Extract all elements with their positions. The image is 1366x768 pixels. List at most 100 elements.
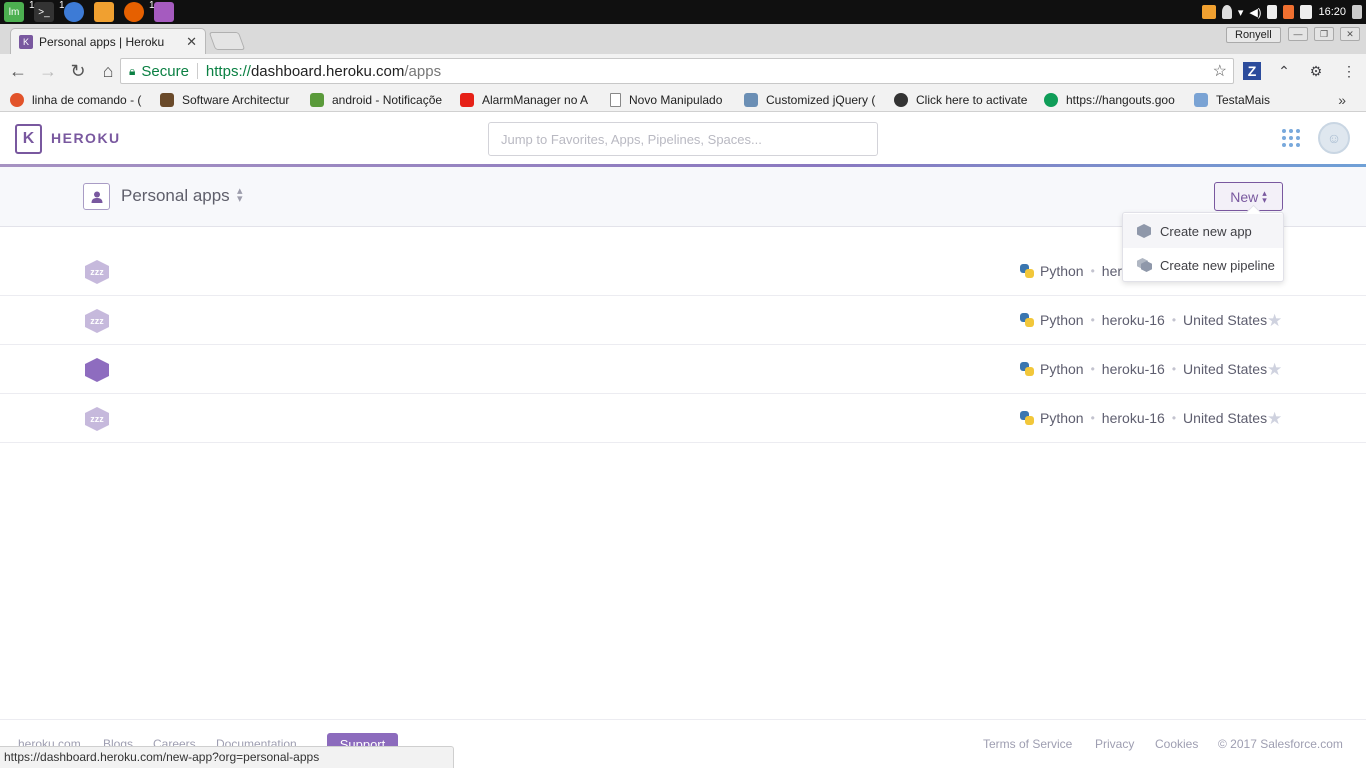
- new-tab-button[interactable]: [208, 32, 246, 50]
- bookmark-item[interactable]: android - Notificaçõe: [310, 91, 447, 109]
- os-taskbar: lm 1 >_ 1 1 ▾ ◀) 16:20: [0, 0, 1366, 24]
- search-input[interactable]: [488, 122, 878, 156]
- tab-strip: K Personal apps | Heroku ✕ Ronyell — ❐ ✕: [0, 24, 1366, 54]
- favorite-star-icon[interactable]: ★: [1267, 409, 1282, 429]
- notification-icon[interactable]: [1201, 5, 1216, 19]
- close-tab-icon[interactable]: ✕: [186, 34, 197, 50]
- app-stack: heroku-16: [1101, 312, 1165, 328]
- reload-icon[interactable]: ↻: [64, 57, 92, 85]
- files-icon[interactable]: [94, 2, 114, 22]
- app-row[interactable]: zzz Python • heroku-16 • United States ★: [0, 296, 1366, 345]
- context-switcher-label[interactable]: Personal apps: [121, 186, 230, 206]
- omnibox-separator: [196, 63, 198, 79]
- apps-grid-icon[interactable]: [1282, 129, 1300, 147]
- footer-link-cookies[interactable]: Cookies: [1155, 737, 1198, 751]
- footer-link-privacy[interactable]: Privacy: [1095, 737, 1134, 751]
- home-icon[interactable]: ⌂: [94, 57, 122, 85]
- clipboard-icon[interactable]: [1267, 5, 1278, 19]
- footer-link-terms[interactable]: Terms of Service: [983, 737, 1072, 751]
- app-language: Python: [1040, 361, 1084, 377]
- new-dropdown-menu: Create new app Create new pipeline: [1122, 212, 1284, 282]
- forward-arrow-icon[interactable]: →: [34, 57, 62, 85]
- browser-tab[interactable]: K Personal apps | Heroku ✕: [10, 28, 206, 54]
- app-language: Python: [1040, 263, 1084, 279]
- volume-icon[interactable]: ◀): [1249, 6, 1261, 19]
- bookmarks-bar: linha de comando - ( Software Architectu…: [0, 88, 1366, 112]
- sleeping-dyno-icon: zzz: [85, 260, 109, 284]
- bookmark-item[interactable]: Customized jQuery (: [744, 91, 880, 109]
- meta-separator: •: [1171, 313, 1177, 327]
- heroku-favicon-icon: K: [19, 34, 33, 49]
- create-new-pipeline-item[interactable]: Create new pipeline: [1123, 248, 1283, 282]
- bookmark-item[interactable]: Click here to activate: [894, 91, 1031, 109]
- profile-button[interactable]: Ronyell: [1226, 27, 1281, 43]
- python-icon: [1020, 313, 1034, 327]
- heroku-header: K HEROKU ☺: [0, 113, 1366, 164]
- shield-icon[interactable]: [1283, 5, 1295, 19]
- lock-icon: 🔒︎: [129, 63, 136, 78]
- chevron-updown-icon: ▴ ▾: [1262, 187, 1267, 205]
- chrome-icon[interactable]: 1: [59, 0, 84, 22]
- meta-separator: •: [1090, 362, 1095, 376]
- bookmark-item[interactable]: TestaMais: [1194, 91, 1284, 109]
- app-language: Python: [1040, 410, 1084, 426]
- python-icon: [1020, 362, 1034, 376]
- app-row[interactable]: Python • heroku-16 • United States ★: [0, 345, 1366, 394]
- favorite-star-icon[interactable]: ★: [1267, 360, 1282, 380]
- url-path: /apps: [404, 62, 442, 80]
- minimize-button[interactable]: —: [1288, 27, 1308, 41]
- sleeping-dyno-icon: zzz: [85, 309, 109, 333]
- meta-separator: •: [1090, 264, 1095, 278]
- close-window-button[interactable]: ✕: [1340, 27, 1360, 41]
- bookmark-item[interactable]: AlarmManager no A: [460, 91, 597, 109]
- meta-separator: •: [1171, 411, 1177, 425]
- bookmark-item[interactable]: https://hangouts.goo: [1044, 91, 1180, 109]
- bookmark-item[interactable]: Novo Manipulado: [610, 91, 734, 109]
- app-region: United States: [1183, 312, 1268, 328]
- bookmark-star-icon[interactable]: ☆: [1213, 61, 1227, 81]
- person-icon[interactable]: [83, 183, 110, 210]
- calendar-icon[interactable]: [1300, 5, 1313, 19]
- new-button[interactable]: New ▴ ▾: [1214, 182, 1283, 211]
- app-region: United States: [1183, 361, 1268, 377]
- url-scheme: https://: [205, 62, 251, 80]
- bookmark-item[interactable]: linha de comando - (: [10, 91, 148, 109]
- user-icon[interactable]: [1221, 5, 1232, 19]
- meta-separator: •: [1090, 411, 1095, 425]
- clock[interactable]: 16:20: [1318, 6, 1346, 18]
- askubuntu-icon: [10, 93, 24, 107]
- app-region: United States: [1183, 410, 1268, 426]
- bookmark-item[interactable]: Software Architectur: [160, 91, 297, 109]
- address-bar[interactable]: 🔒︎ Secure https://dashboard.heroku.com/a…: [120, 58, 1234, 84]
- browser-toolbar: ← → ↻ ⌂ 🔒︎ Secure https://dashboard.hero…: [0, 54, 1366, 88]
- app-stack: heroku-16: [1101, 361, 1165, 377]
- settings-extension-icon[interactable]: ⚙: [1307, 62, 1325, 80]
- zotero-extension-icon[interactable]: Z: [1243, 62, 1261, 80]
- app-hexagon-icon: [1137, 224, 1151, 238]
- footer-copyright: © 2017 Salesforce.com: [1218, 737, 1343, 751]
- avatar[interactable]: ☺: [1318, 122, 1350, 154]
- link-status-bubble: https://dashboard.heroku.com/new-app?org…: [0, 746, 454, 768]
- terminal-icon[interactable]: 1 >_: [29, 0, 54, 22]
- tab-title: Personal apps | Heroku: [39, 34, 165, 49]
- editor-icon[interactable]: 1: [149, 0, 174, 22]
- back-arrow-icon[interactable]: ←: [4, 57, 32, 85]
- heroku-logo-icon[interactable]: K: [15, 124, 42, 154]
- create-new-app-item[interactable]: Create new app: [1123, 214, 1283, 248]
- menu-kebab-icon[interactable]: ⋮: [1340, 62, 1358, 80]
- mint-menu-icon[interactable]: lm: [4, 2, 24, 22]
- heroku-brand[interactable]: HEROKU: [51, 130, 121, 146]
- sort-caret-icon[interactable]: ▴ ▾: [237, 186, 243, 205]
- jquery-icon: [744, 93, 758, 107]
- stackoverflow-icon: [310, 93, 324, 107]
- favorite-star-icon[interactable]: ★: [1267, 311, 1282, 331]
- tilde-extension-icon[interactable]: ⌃: [1275, 62, 1293, 80]
- sleeping-dyno-icon: zzz: [85, 407, 109, 431]
- wifi-icon[interactable]: ▾: [1238, 6, 1244, 19]
- meta-separator: •: [1171, 362, 1177, 376]
- firefox-icon[interactable]: [124, 2, 144, 22]
- power-icon[interactable]: [1352, 5, 1362, 19]
- bookmarks-overflow-button[interactable]: »: [1338, 92, 1346, 108]
- app-row[interactable]: zzz Python • heroku-16 • United States ★: [0, 394, 1366, 443]
- maximize-button[interactable]: ❐: [1314, 27, 1334, 41]
